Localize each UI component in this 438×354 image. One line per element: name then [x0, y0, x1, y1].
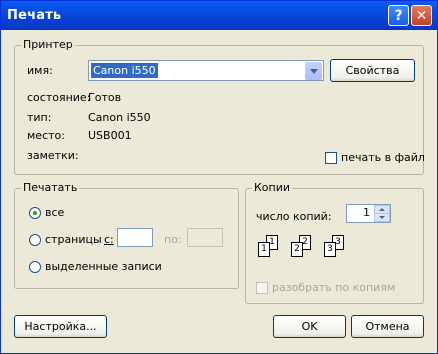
- spin-down-icon[interactable]: [374, 213, 390, 222]
- radio-selection-label[interactable]: выделенные записи: [45, 260, 162, 273]
- type-label: тип:: [27, 111, 52, 124]
- printer-name-value: Canon i550: [91, 63, 158, 78]
- collate-illustration: 1 1 2 2 3 3: [258, 235, 358, 265]
- status-value: Готов: [88, 91, 122, 104]
- print-dialog: Печать ? ✕ Принтер имя: Canon i550 Свойс…: [0, 0, 438, 354]
- page-icon: 1: [258, 242, 270, 257]
- to-label: по:: [164, 233, 182, 246]
- setup-button-label: Настройка...: [24, 320, 97, 333]
- copies-legend: Копии: [252, 181, 293, 194]
- radio-pages[interactable]: [29, 234, 41, 246]
- copies-group: Копии число копий: 1 1 1 2 2 3 3 разобра…: [245, 181, 424, 304]
- radio-all-label[interactable]: все: [45, 206, 64, 219]
- from-input[interactable]: [117, 228, 153, 247]
- location-value: USB001: [88, 129, 132, 142]
- print-to-file-checkbox[interactable]: [325, 152, 337, 164]
- copies-count-label: число копий:: [256, 210, 332, 223]
- help-button[interactable]: ?: [388, 5, 409, 26]
- printer-name-label: имя:: [27, 64, 53, 77]
- printer-group: Принтер имя: Canon i550 Свойства состоян…: [14, 38, 425, 175]
- radio-all[interactable]: [29, 207, 41, 219]
- comment-label: заметки:: [27, 149, 79, 162]
- type-value: Canon i550: [88, 111, 151, 124]
- properties-button-label: Свойства: [345, 64, 400, 77]
- radio-pages-label[interactable]: страницы: [45, 233, 102, 246]
- window-title: Печать: [7, 8, 62, 23]
- collate-label: разобрать по копиям: [272, 281, 396, 294]
- title-bar[interactable]: Печать ? ✕: [1, 1, 437, 30]
- ok-button[interactable]: OK: [273, 315, 346, 338]
- page-icon: 2: [291, 242, 303, 257]
- cancel-button-label: Отмена: [365, 320, 410, 333]
- collate-checkbox[interactable]: [256, 282, 268, 294]
- to-input[interactable]: [187, 228, 223, 247]
- radio-selection[interactable]: [29, 261, 41, 273]
- setup-button[interactable]: Настройка...: [14, 315, 107, 338]
- cancel-button[interactable]: Отмена: [351, 315, 424, 338]
- print-to-file-label[interactable]: печать в файл: [341, 151, 425, 164]
- close-button[interactable]: ✕: [411, 5, 432, 26]
- copies-count-value: 1: [363, 206, 370, 219]
- properties-button[interactable]: Свойства: [330, 59, 415, 82]
- chevron-down-icon[interactable]: [305, 62, 322, 80]
- print-range-legend: Печатать: [21, 181, 80, 194]
- from-label: с:: [104, 233, 114, 246]
- spinner-buttons: [374, 205, 390, 222]
- print-range-group: Печатать все страницы с: по: выделенные …: [14, 181, 239, 289]
- location-label: место:: [27, 129, 65, 142]
- ok-button-label: OK: [301, 320, 318, 333]
- printer-legend: Принтер: [21, 38, 75, 51]
- printer-name-select[interactable]: Canon i550: [88, 60, 324, 81]
- copies-count-spinner[interactable]: 1: [346, 204, 391, 223]
- status-label: состояние:: [27, 91, 91, 104]
- page-icon: 3: [324, 242, 336, 257]
